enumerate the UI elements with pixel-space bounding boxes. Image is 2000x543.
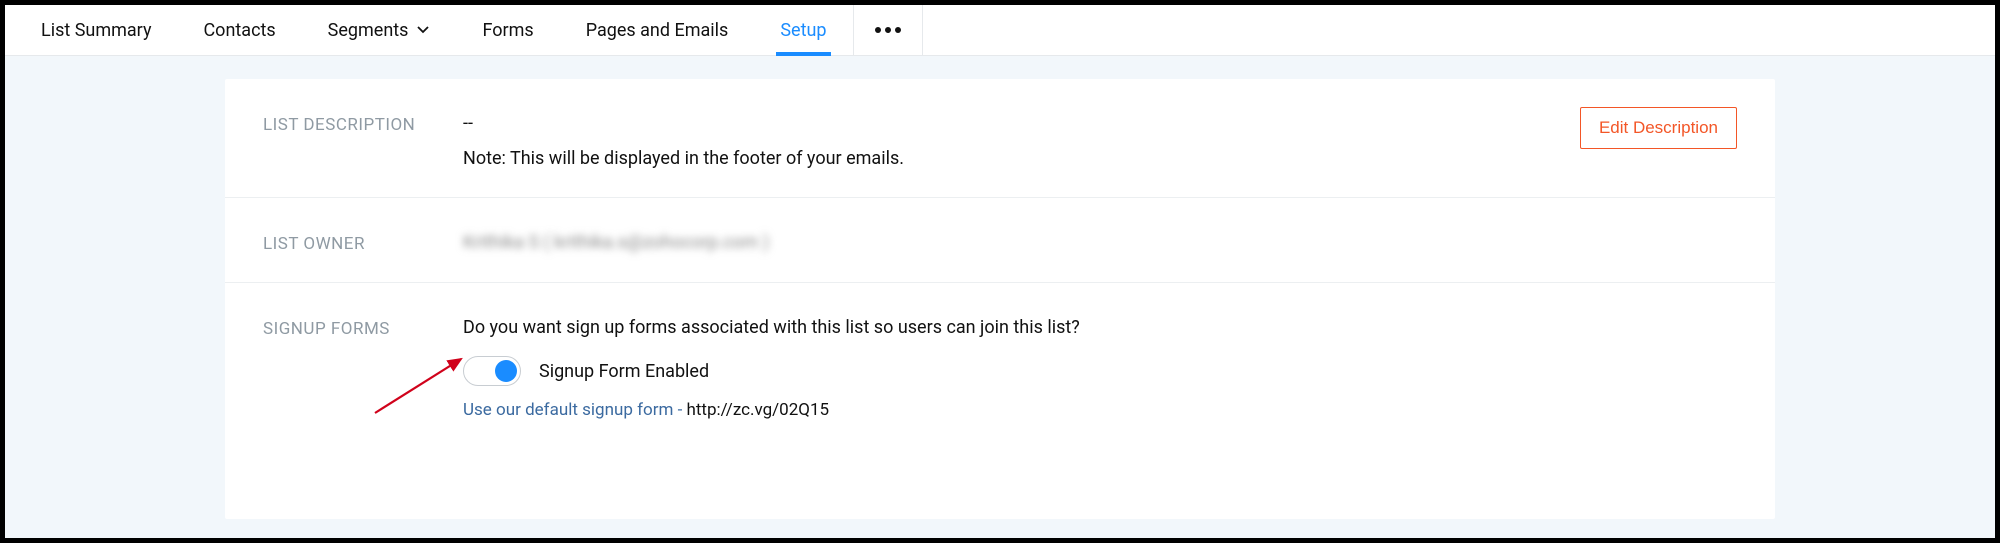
chevron-down-icon bbox=[416, 23, 430, 37]
tab-pages-emails[interactable]: Pages and Emails bbox=[560, 5, 755, 55]
default-signup-link-text[interactable]: Use our default signup form - bbox=[463, 400, 687, 420]
toggle-knob bbox=[495, 360, 517, 382]
more-menu[interactable] bbox=[853, 5, 923, 55]
tab-contacts[interactable]: Contacts bbox=[177, 5, 301, 55]
edit-description-button[interactable]: Edit Description bbox=[1580, 107, 1737, 149]
value-list-description: -- bbox=[463, 113, 1737, 134]
more-icon bbox=[874, 26, 902, 34]
label-list-owner: LIST OWNER bbox=[263, 232, 463, 254]
signup-forms-question: Do you want sign up forms associated wit… bbox=[463, 317, 1737, 338]
note-list-description: Note: This will be displayed in the foot… bbox=[463, 148, 1737, 169]
row-list-description: LIST DESCRIPTION -- Note: This will be d… bbox=[225, 79, 1775, 198]
label-signup-forms: SIGNUP FORMS bbox=[263, 317, 463, 420]
row-signup-forms: SIGNUP FORMS Do you want sign up forms a… bbox=[225, 283, 1775, 448]
default-signup-link-url[interactable]: http://zc.vg/02Q15 bbox=[687, 400, 830, 420]
signup-form-toggle-label: Signup Form Enabled bbox=[539, 361, 709, 382]
row-list-owner: LIST OWNER Krithika S ( krithika.s@zohoc… bbox=[225, 198, 1775, 283]
tab-list-summary[interactable]: List Summary bbox=[15, 5, 177, 55]
tab-setup[interactable]: Setup bbox=[754, 5, 852, 55]
tab-forms[interactable]: Forms bbox=[456, 5, 559, 55]
value-list-owner: Krithika S ( krithika.s@zohocorp.com ) bbox=[463, 232, 769, 253]
signup-form-toggle[interactable] bbox=[463, 356, 521, 386]
setup-card: LIST DESCRIPTION -- Note: This will be d… bbox=[225, 79, 1775, 519]
label-list-description: LIST DESCRIPTION bbox=[263, 113, 463, 169]
tab-bar: List Summary Contacts Segments Forms Pag… bbox=[5, 5, 1995, 56]
tab-segments-label: Segments bbox=[328, 20, 409, 41]
tab-segments[interactable]: Segments bbox=[302, 5, 457, 55]
